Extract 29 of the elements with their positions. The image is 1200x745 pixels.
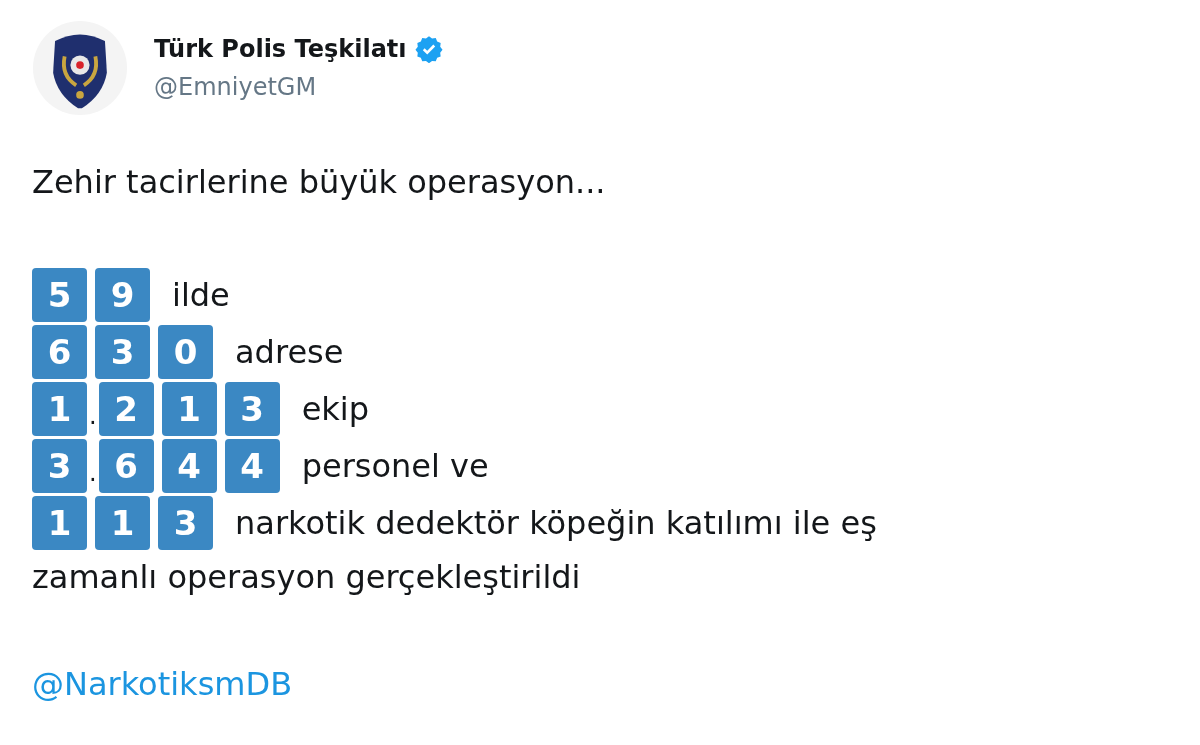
tweet-text: ilde	[172, 276, 230, 314]
keycap-digit: 1	[32, 382, 87, 436]
separator-dot: .	[89, 458, 97, 489]
tweet-text: personel ve	[301, 447, 489, 485]
keycap-digit: 3	[158, 496, 213, 550]
tweet-text: ekip	[301, 390, 370, 428]
keycap-digit: 0	[158, 325, 213, 379]
tweet-text: adrese	[235, 333, 344, 371]
keycap-digit: 3	[32, 439, 87, 493]
account-name[interactable]: Türk Polis Teşkilatı	[154, 35, 407, 63]
keycap-digit: 4	[161, 439, 217, 493]
keycap-digit: 4	[224, 439, 280, 493]
tweet-text: Zehir tacirlerine büyük operasyon...	[32, 162, 607, 203]
keycap-digit: 1	[32, 496, 87, 550]
tweet-text: zamanlı operasyon gerçekleştirildi	[32, 557, 581, 598]
keycap-digit: 9	[95, 268, 150, 322]
keycap-digit: 1	[95, 496, 150, 550]
keycap-digit: 1	[161, 382, 217, 436]
separator-dot: .	[89, 401, 97, 432]
keycap-digit: 6	[98, 439, 154, 493]
keycap-digit: 3	[95, 325, 150, 379]
account-handle[interactable]: @EmniyetGM	[154, 73, 443, 101]
keycap-digit: 6	[32, 325, 87, 379]
mention-link[interactable]: @NarkotiksmDB	[32, 665, 293, 703]
tweet-text: narkotik dedektör köpeğin katılımı ile eş	[235, 504, 877, 542]
keycap-digit: 3	[224, 382, 280, 436]
keycap-digit: 5	[32, 268, 87, 322]
police-badge-avatar[interactable]	[32, 20, 128, 116]
keycap-digit: 2	[98, 382, 154, 436]
